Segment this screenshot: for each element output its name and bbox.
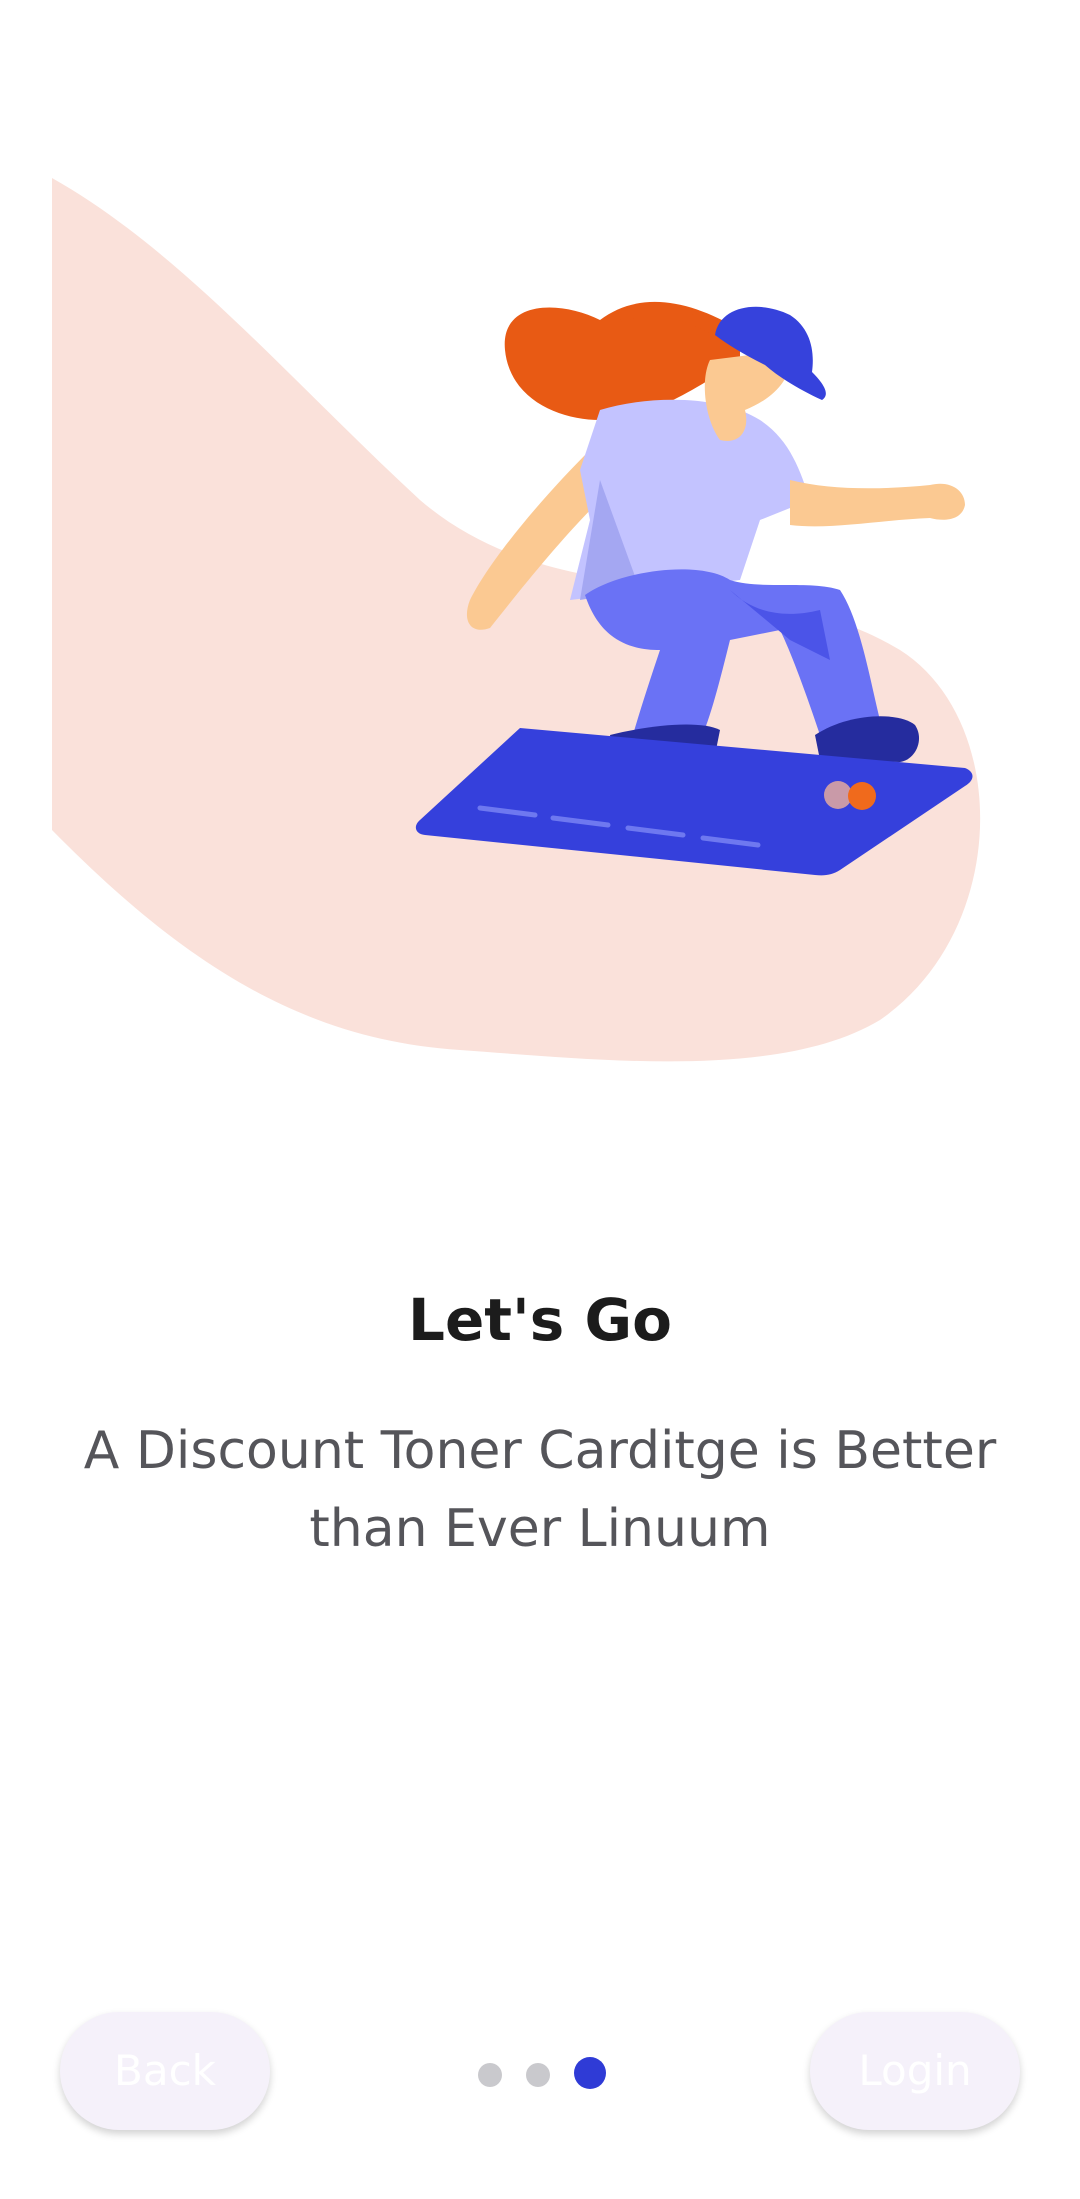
- login-button[interactable]: Login: [810, 2012, 1020, 2130]
- card-logo-circle-left: [824, 781, 852, 809]
- card-logo-circle-right: [848, 782, 876, 810]
- page-title: Let's Go: [408, 1286, 672, 1354]
- page-dot-2[interactable]: [526, 2063, 550, 2087]
- onboarding-illustration: [52, 178, 981, 1062]
- page-dot-3-active[interactable]: [574, 2057, 606, 2089]
- page-subtitle: A Discount Toner Carditge is Better than…: [83, 1421, 997, 1559]
- page-indicator: [470, 2055, 610, 2089]
- onboarding-screen: Let's Go A Discount Toner Carditge is Be…: [0, 0, 1080, 2199]
- page-dot-1[interactable]: [478, 2063, 502, 2087]
- back-button[interactable]: Back: [60, 2012, 270, 2130]
